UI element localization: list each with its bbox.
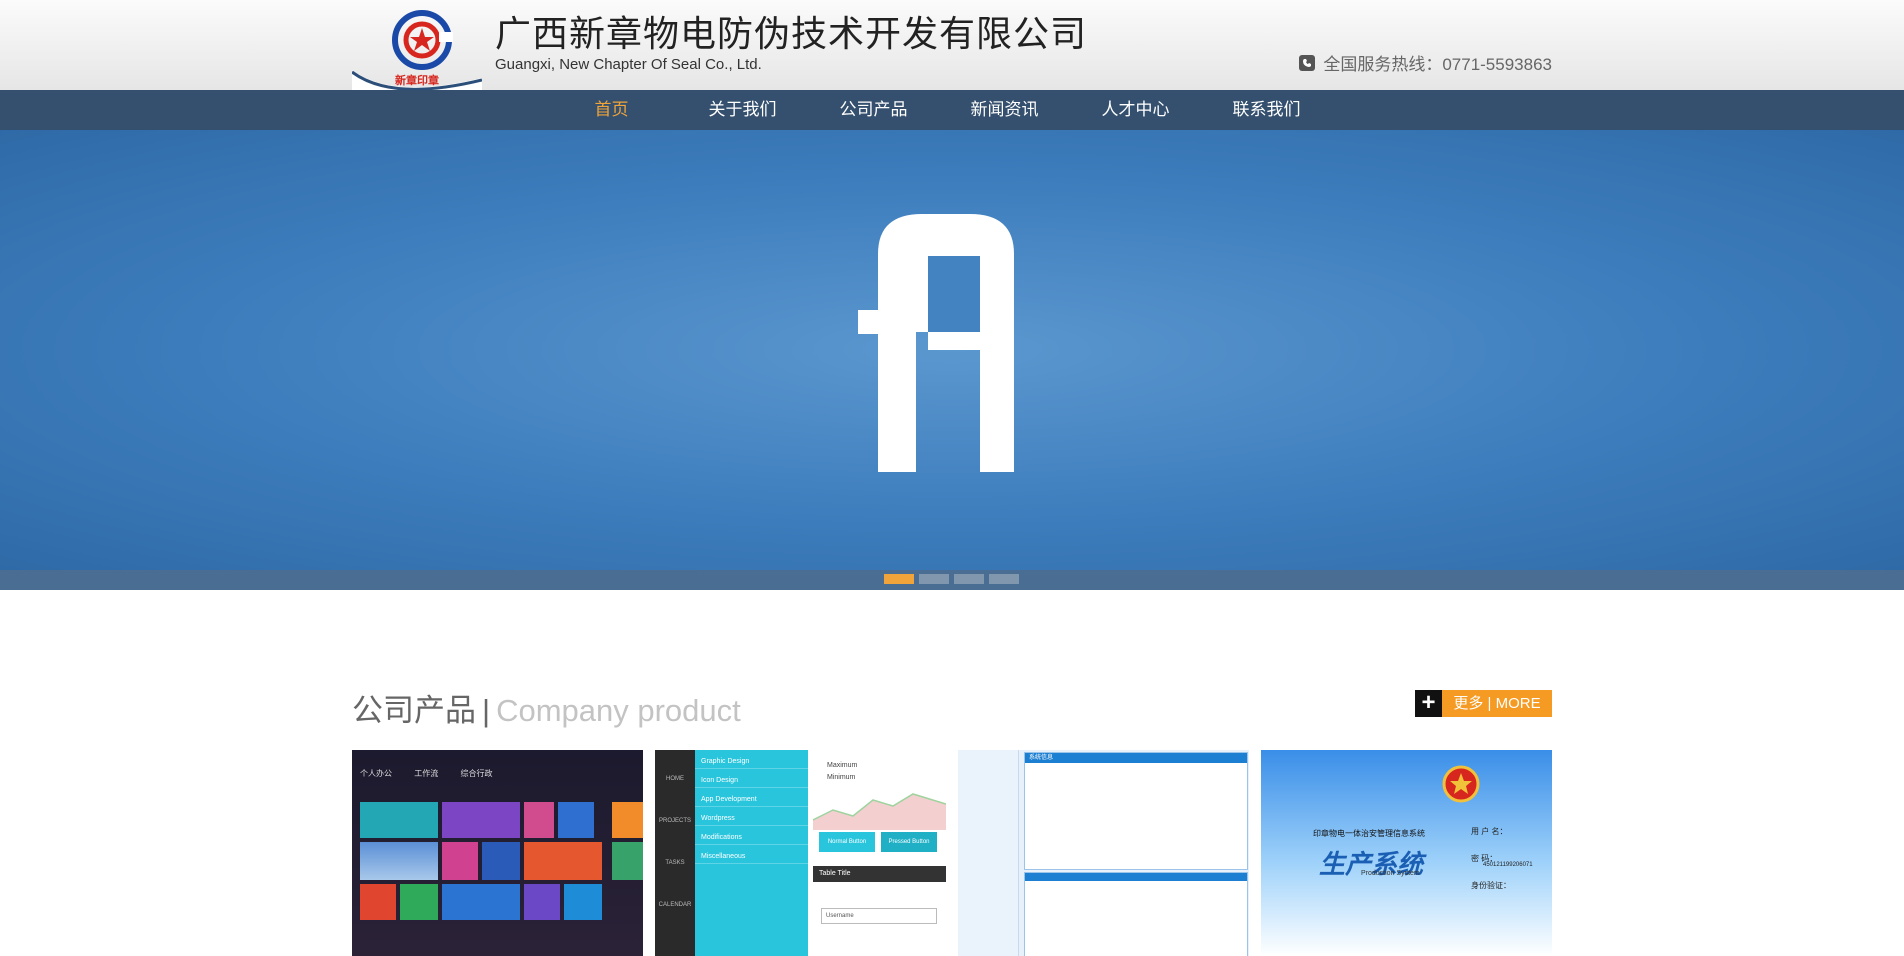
tile [524,802,554,838]
product-card-1[interactable]: 个人办公 工作流 综合行政 [352,750,643,956]
main-nav: 首页 关于我们 公司产品 新闻资讯 人才中心 联系我们 [0,90,1904,130]
more-label: 更多 | MORE [1442,690,1552,717]
company-name-cn: 广西新章物电防伪技术开发有限公司 [495,13,1088,54]
nav-item-careers[interactable]: 人才中心 [1070,90,1201,130]
products-title-en: Company product [496,693,741,728]
id-code: 450121199206071 [1483,862,1533,868]
admin-table [1024,872,1248,956]
slide-indicator-3[interactable] [954,574,984,584]
products-title-cn: 公司产品 [352,693,476,728]
nav-item-home[interactable]: 首页 [546,90,677,130]
tile [400,884,438,920]
nav-item-news[interactable]: 新闻资讯 [939,90,1070,130]
banner-glyph-a [858,214,1014,472]
tile [558,802,594,838]
pressed-button: Pressed Button [881,832,937,852]
side-label: CALENDAR [658,902,692,908]
product-list: 个人办公 工作流 综合行政 HOME PROJECTS TASKS CALEND… [352,750,1552,956]
police-emblem-icon [1442,765,1480,803]
system-subtitle: Production System [1361,870,1420,877]
product-card-4[interactable]: 印章物电一体治安管理信息系统 生产系统 Production System 用 … [1261,750,1552,956]
phone-icon [1299,54,1316,71]
nav-item-contact[interactable]: 联系我们 [1201,90,1332,130]
hotline-text: 全国服务热线：0771-5593863 [1323,55,1552,74]
title-separator: | [482,693,491,728]
tab-label: 工作流 [414,769,439,778]
admin-panel: 系统信息 [1024,752,1248,870]
area-chart-icon [813,793,946,830]
company-name-en: Guangxi, New Chapter Of Seal Co., Ltd. [495,56,762,73]
tile [442,802,520,838]
side-label: TASKS [665,860,685,866]
site-header: 新章印章 广西新章物电防伪技术开发有限公司 Guangxi, New Chapt… [0,0,1904,100]
tab-label: 个人办公 [360,769,392,778]
tile [564,884,602,920]
more-products-button[interactable]: + 更多 | MORE [1415,690,1552,717]
admin-panel-title: 系统信息 [1025,753,1247,763]
tile [482,842,520,880]
company-name: 广西新章物电防伪技术开发有限公司 Guangxi, New Chapter Of… [495,12,1087,74]
menu-item: Modifications [695,826,808,845]
ui-kit-sidebar: HOME PROJECTS TASKS CALENDAR [655,750,695,956]
logo[interactable]: 新章印章 [352,0,482,100]
tile [360,842,438,880]
tile [360,802,438,838]
menu-item: Wordpress [695,807,808,826]
slide-indicator-4[interactable] [989,574,1019,584]
nav-item-about[interactable]: 关于我们 [677,90,808,130]
nav-item-products[interactable]: 公司产品 [808,90,939,130]
slide-indicator-1[interactable] [884,574,914,584]
tile [442,842,478,880]
plus-icon: + [1415,690,1442,717]
form-label: 用 户 名： [1471,827,1508,836]
ui-kit-chart: Maximum Minimum Normal Button Pressed Bu… [813,750,946,956]
tile [612,842,643,880]
banner-slider[interactable] [0,130,1904,570]
ui-kit-menu: Graphic Design Icon Design App Developme… [695,750,808,956]
tile [360,884,396,920]
slider-pager [0,570,1904,590]
system-title: 印章物电一体治安管理信息系统 [1313,829,1425,838]
table-title: Table Title [813,866,946,882]
logo-badge-icon [392,10,453,70]
admin-sidebar [958,750,1019,956]
menu-item: Graphic Design [695,750,808,769]
dashboard-tabs: 个人办公 工作流 综合行政 [360,768,512,779]
form-label: 身份验证： [1471,881,1511,890]
side-label: PROJECTS [658,818,691,824]
menu-item: Icon Design [695,769,808,788]
tile [524,884,560,920]
legend-item: Maximum [827,762,858,769]
product-card-3[interactable]: 系统信息 [958,750,1249,956]
tile [612,802,643,838]
menu-item: App Development [695,788,808,807]
tile [442,884,520,920]
logo-text: 新章印章 [395,75,439,87]
normal-button: Normal Button [819,832,875,852]
hotline: 全国服务热线：0771-5593863 [1299,50,1552,75]
tab-label: 综合行政 [460,769,493,778]
side-label: HOME [666,776,684,782]
product-card-2[interactable]: HOME PROJECTS TASKS CALENDAR Graphic Des… [655,750,946,956]
username-field: Username [821,908,937,924]
slide-indicator-2[interactable] [919,574,949,584]
products-section-title: 公司产品 | Company product [352,685,741,730]
tile [524,842,602,880]
menu-item: Miscellaneous [695,845,808,864]
